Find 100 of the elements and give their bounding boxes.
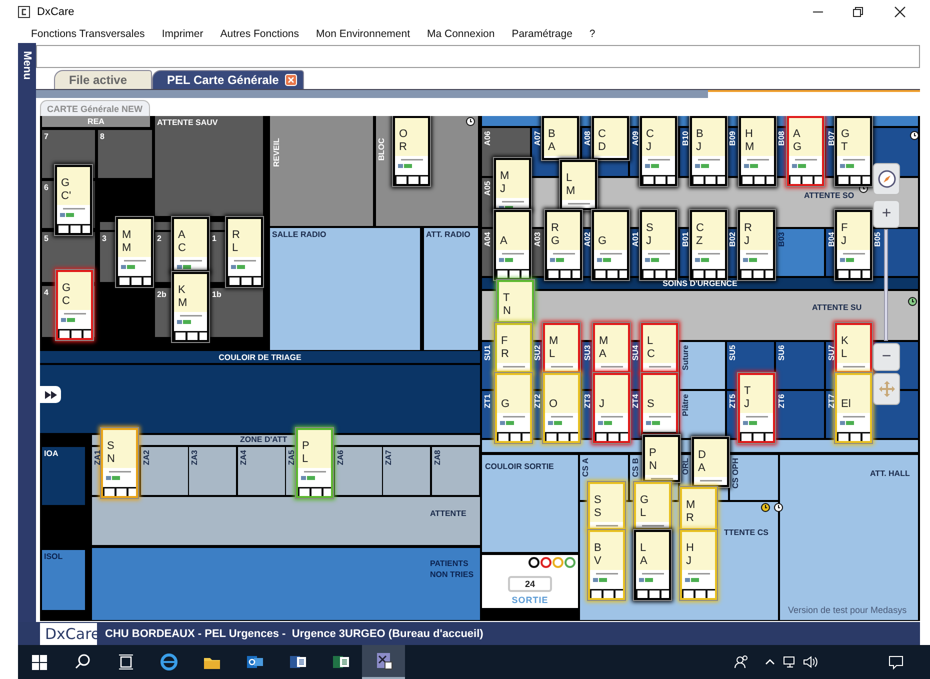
room-label: SU4 [631,345,640,361]
card-details-drawing [682,570,715,598]
patient-card[interactable]: C J [640,116,677,186]
close-icon[interactable] [894,6,906,18]
patient-card[interactable]: D A [692,437,729,487]
patient-card[interactable]: B J [690,116,727,186]
room-label: SU5 [728,345,737,361]
patient-initials: F [841,222,849,235]
patient-initials: L [841,348,848,361]
url-field[interactable] [36,45,920,68]
patient-card[interactable]: G T [835,116,872,186]
patient-initials: S [594,507,602,520]
patient-initials: J [744,398,750,411]
compass-button[interactable] [873,163,900,195]
patient-card[interactable]: R J [738,210,775,280]
patient-card[interactable]: El [835,373,872,443]
people-icon[interactable] [734,654,750,670]
room-label: B07 [827,131,836,146]
patient-card[interactable]: G L [634,482,671,530]
notification-icon[interactable] [888,654,904,670]
patient-card[interactable]: G [495,373,532,443]
patient-initials: J [841,235,848,248]
patient-card[interactable]: M R [680,487,717,530]
patient-initials: A [178,229,186,242]
patient-card[interactable]: H J [680,530,717,600]
patient-card[interactable]: R G [545,210,582,280]
taskbar-button[interactable] [362,645,405,679]
room-label: A01 [631,232,640,247]
room-label: A07 [533,131,542,146]
patient-card[interactable]: K L [835,323,872,373]
room-label: B10 [681,131,690,146]
volume-icon[interactable] [802,654,818,670]
room-label: 5 [44,234,48,243]
menu-item[interactable]: Paramétrage [512,28,572,40]
patient-card[interactable]: C Z [690,210,727,280]
menu-toggle[interactable]: Menu [21,51,33,80]
patient-card[interactable]: B V [588,530,625,600]
patient-card[interactable]: K M [172,272,209,342]
room-label: ZT4 [631,394,640,408]
patient-card[interactable]: B A [542,116,579,160]
menu-item[interactable]: Fonctions Transversales [31,28,145,40]
patient-card[interactable]: A [494,210,531,280]
patient-card[interactable]: G C [56,270,93,340]
patient-card[interactable]: G C' [55,165,92,235]
patient-card[interactable]: A G [787,116,824,186]
patient-card[interactable]: T J [738,373,775,443]
tab[interactable]: File active [54,70,152,89]
patient-card[interactable]: P N [643,435,680,482]
patient-initials: L [640,507,648,520]
patient-card[interactable]: G [592,210,629,280]
patient-card[interactable]: S [641,373,678,435]
patient-card[interactable]: P L [296,428,333,498]
patient-card[interactable]: C D [592,116,629,160]
patient-card[interactable]: F J [835,210,872,280]
room-label: ZA4 [238,450,248,466]
patient-card[interactable]: J [593,373,630,443]
patient-initials: M [745,141,756,154]
room-label: CS OPH [731,458,740,489]
patient-card[interactable]: S N [101,428,138,498]
patient-card[interactable]: L A [634,530,671,600]
patient-card[interactable]: M J [494,158,531,210]
zoom-in-button[interactable]: + [873,200,900,228]
patient-card[interactable]: M M [116,217,153,287]
patient-initials: P [302,440,310,453]
card-details-drawing [636,570,669,598]
patient-initials: R [686,512,695,525]
zoom-slider-track[interactable] [884,229,888,341]
menu-item[interactable]: Imprimer [162,28,204,40]
patient-card[interactable]: L M [560,160,597,210]
patient-card[interactable]: H M [739,116,776,186]
patient-initials: A [640,555,648,568]
patient-card[interactable]: O [543,373,580,443]
room-label: ATT. RADIO [426,230,470,239]
patient-card[interactable]: F R [495,323,532,373]
patient-card[interactable]: S S [588,482,625,530]
patient-initials: C [696,222,705,235]
menu-item[interactable]: ? [589,28,596,40]
patient-initials: J [646,141,652,154]
room-label: ZT3 [583,394,592,408]
room-label: ZT5 [728,394,737,408]
browser-icon [158,652,178,672]
patient-card[interactable]: M L [543,323,580,373]
patient-card[interactable]: L C [641,323,678,373]
menu-item[interactable]: Autres Fonctions [220,28,300,40]
double-arrow-button[interactable] [40,386,61,403]
menu-item[interactable]: Ma Connexion [427,28,495,40]
patient-card[interactable]: S J [640,210,677,280]
patient-initials: B [548,128,556,141]
room-label: PATIENTS NON TRIES [430,558,474,580]
card-details-drawing [590,570,623,598]
card-details-drawing [594,250,627,278]
patient-initials: R [501,348,510,361]
restore-icon[interactable] [852,6,864,18]
patient-card[interactable]: M A [593,323,630,373]
menu-item[interactable]: Mon Environnement [316,28,410,40]
patient-card[interactable]: A C [172,217,209,272]
patient-card[interactable]: T N [497,280,534,323]
tab[interactable]: PEL Carte Générale [152,70,304,89]
zoom-out-button[interactable]: − [873,343,900,371]
patient-card[interactable]: R L [226,217,263,287]
